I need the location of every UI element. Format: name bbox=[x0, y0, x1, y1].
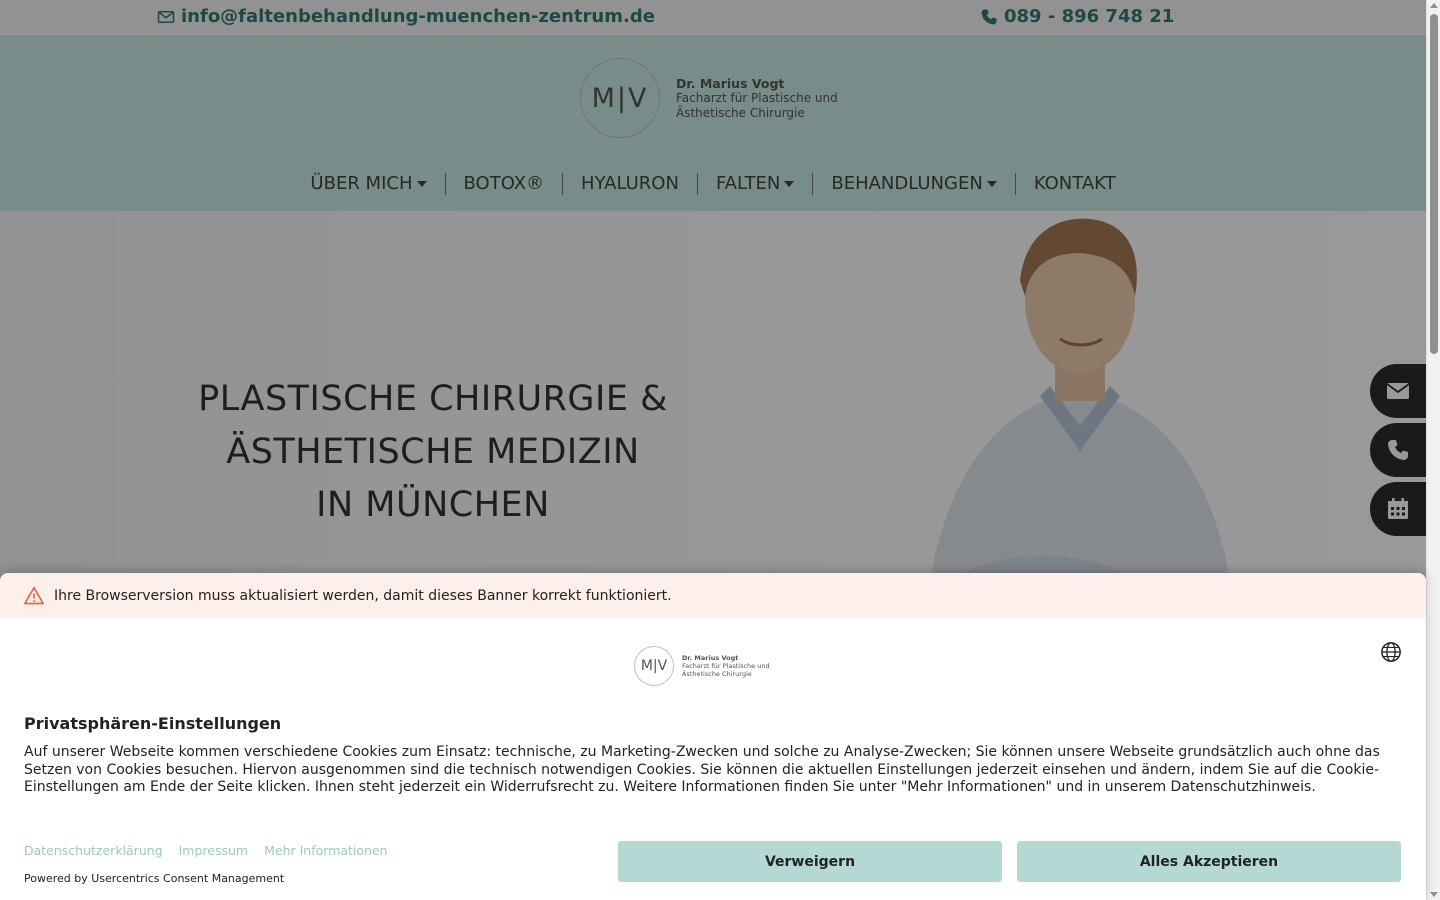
imprint-link[interactable]: Impressum bbox=[179, 843, 248, 858]
banner-logo-line1: Facharzt für Plastische und bbox=[682, 662, 770, 670]
warning-text: Ihre Browserversion muss aktualisiert we… bbox=[54, 587, 672, 604]
globe-language-icon[interactable] bbox=[1380, 641, 1402, 663]
scrollbar-thumb[interactable] bbox=[1430, 14, 1438, 354]
powered-by-text: Powered by Usercentrics Consent Manageme… bbox=[24, 872, 285, 885]
consent-banner: Ihre Browserversion muss aktualisiert we… bbox=[0, 573, 1426, 900]
privacy-policy-link[interactable]: Datenschutzerklärung bbox=[24, 843, 163, 858]
browser-warning: Ihre Browserversion muss aktualisiert we… bbox=[0, 573, 1426, 618]
warning-icon bbox=[24, 586, 44, 604]
banner-logo-line2: Ästhetische Chirurgie bbox=[682, 670, 752, 678]
banner-logo: M|V Dr. Marius Vogt Facharzt für Plastis… bbox=[634, 646, 770, 686]
scroll-down-arrow-icon[interactable] bbox=[1430, 892, 1438, 897]
deny-button[interactable]: Verweigern bbox=[618, 841, 1002, 882]
accept-all-button[interactable]: Alles Akzeptieren bbox=[1017, 841, 1401, 882]
consent-description: Auf unserer Webseite kommen verschiedene… bbox=[24, 744, 1380, 795]
consent-links: Datenschutzerklärung Impressum Mehr Info… bbox=[24, 843, 388, 858]
banner-logo-monogram: M|V bbox=[634, 646, 674, 686]
banner-logo-name: Dr. Marius Vogt bbox=[682, 654, 739, 662]
page-scrollbar[interactable] bbox=[1426, 0, 1440, 900]
more-info-link[interactable]: Mehr Informationen bbox=[264, 843, 387, 858]
banner-logo-text: Dr. Marius Vogt Facharzt für Plastische … bbox=[682, 654, 770, 678]
scroll-up-arrow-icon[interactable] bbox=[1430, 3, 1438, 8]
consent-title: Privatsphären-Einstellungen bbox=[24, 714, 282, 733]
